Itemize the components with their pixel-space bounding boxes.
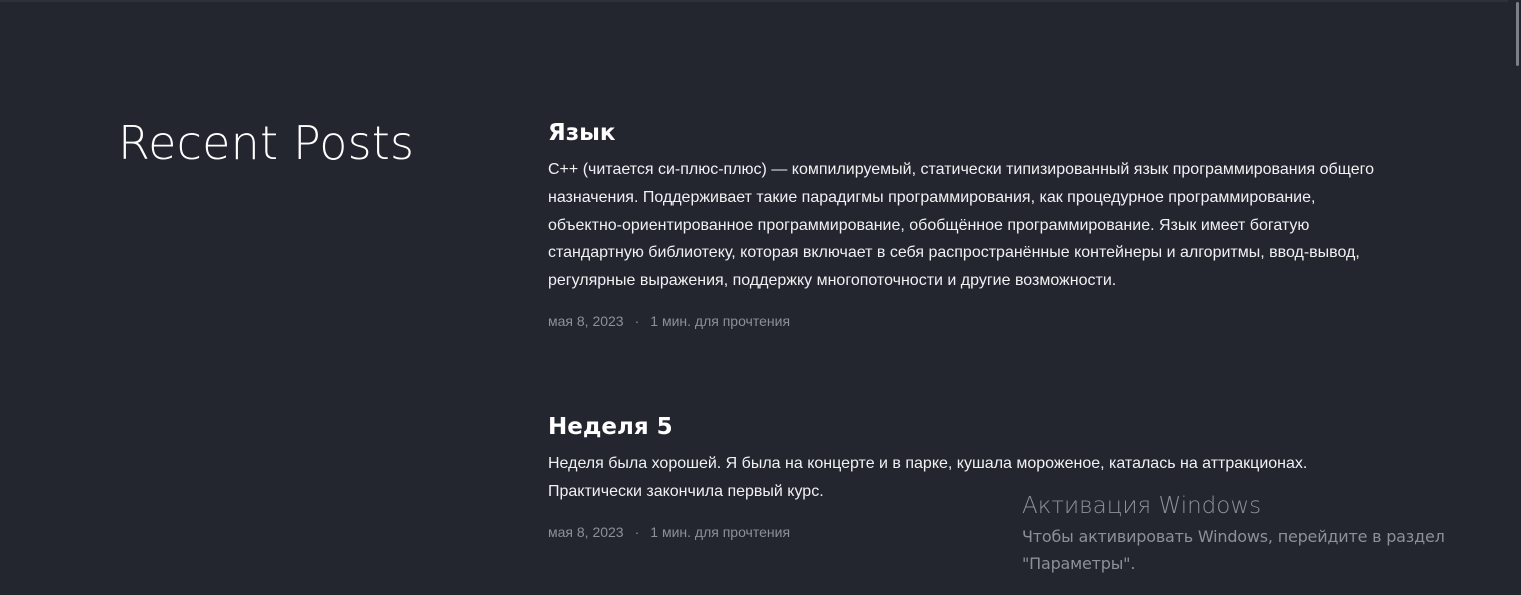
post-meta: мая 8, 2023 · 1 мин. для прочтения xyxy=(548,311,1378,331)
meta-separator: · xyxy=(634,523,640,540)
meta-separator: · xyxy=(634,312,640,329)
reading-time: 1 мин. для прочтения xyxy=(650,523,791,540)
watermark-title: Активация Windows xyxy=(1022,493,1262,519)
recent-posts-heading: Recent Posts xyxy=(118,116,415,170)
post-excerpt: C++ (читается си-плюс-плюс) — компилируе… xyxy=(548,161,1374,290)
post-title-link[interactable]: Язык xyxy=(548,118,1378,148)
post-date: мая 8, 2023 xyxy=(548,312,624,329)
reading-time: 1 мин. для прочтения xyxy=(650,312,791,329)
scrollbar-thumb[interactable] xyxy=(1516,2,1519,66)
post-title-link[interactable]: Неделя 5 xyxy=(548,412,1378,442)
watermark-line-2: "Параметры". xyxy=(1022,554,1136,573)
page-scrollbar[interactable] xyxy=(1508,0,1521,595)
post-card: Язык C++ (читается си-плюс-плюс) — компи… xyxy=(548,118,1378,331)
watermark-line-1: Чтобы активировать Windows, перейдите в … xyxy=(1022,527,1445,546)
windows-activation-watermark: Активация Windows Чтобы активировать Win… xyxy=(1022,490,1445,576)
top-border xyxy=(0,0,1508,2)
post-date: мая 8, 2023 xyxy=(548,523,624,540)
